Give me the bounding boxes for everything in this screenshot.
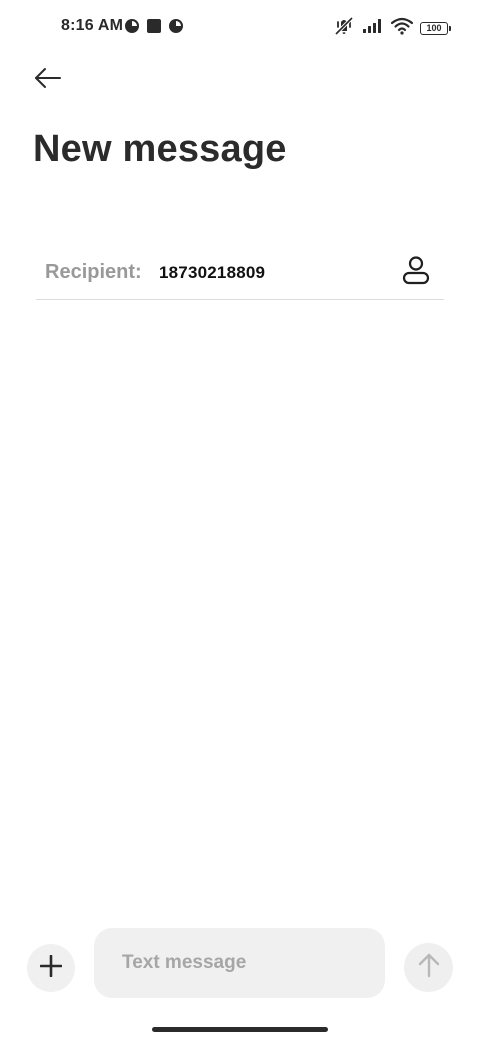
recipient-row[interactable]: Recipient: 18730218809 <box>36 244 444 300</box>
plus-icon <box>39 954 63 982</box>
battery-icon: 100 <box>420 22 451 35</box>
status-system-icons: 100 <box>333 16 451 41</box>
signal-icon <box>362 18 384 39</box>
status-time: 8:16 AM <box>61 17 124 34</box>
back-button[interactable] <box>28 62 68 98</box>
recipient-value[interactable]: 18730218809 <box>159 263 265 283</box>
contact-icon <box>402 255 430 290</box>
wifi-icon <box>390 17 414 40</box>
pie-app-icon <box>124 18 140 39</box>
attach-button[interactable] <box>27 944 75 992</box>
recipient-label: Recipient: <box>45 261 142 283</box>
home-indicator[interactable] <box>152 1027 328 1032</box>
send-button[interactable] <box>404 943 453 992</box>
square-app-icon <box>146 18 162 39</box>
status-bar: 8:16 AM 100 <box>0 0 480 54</box>
status-notification-icons <box>124 18 184 39</box>
battery-level: 100 <box>426 23 442 33</box>
pie-app-icon <box>168 18 184 39</box>
contact-picker-button[interactable] <box>400 255 432 290</box>
arrow-up-icon <box>418 952 440 983</box>
arrow-left-icon <box>34 67 62 94</box>
mute-vibrate-icon <box>333 16 355 41</box>
message-input[interactable] <box>94 928 385 998</box>
message-input-container[interactable] <box>94 928 385 998</box>
page-title: New message <box>33 128 287 170</box>
